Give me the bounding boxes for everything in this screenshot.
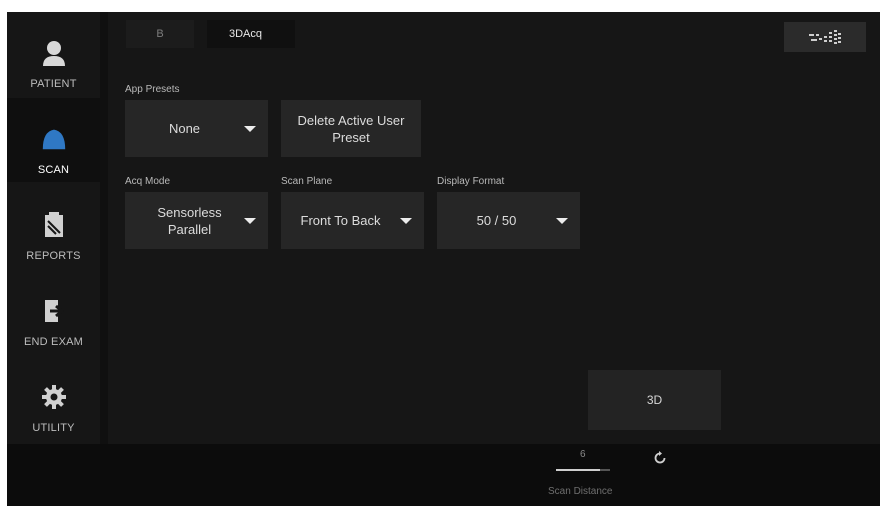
scan-plane-label: Scan Plane	[281, 176, 333, 187]
display-format-dropdown[interactable]: 50 / 50	[437, 192, 580, 249]
3d-button[interactable]: 3D	[588, 370, 721, 430]
chevron-down-icon	[244, 125, 256, 132]
tab-b[interactable]: B	[126, 20, 194, 48]
sidebar-item-label: REPORTS	[26, 250, 81, 262]
layout-grid-icon	[809, 30, 841, 44]
chevron-down-icon	[400, 217, 412, 224]
scan-distance-value: 6	[580, 449, 586, 460]
acq-mode-label: Acq Mode	[125, 176, 171, 187]
3d-button-label: 3D	[646, 393, 663, 407]
display-format-label: Display Format	[437, 176, 505, 187]
sidebar-item-label: UTILITY	[32, 422, 75, 434]
tab-label: B	[156, 28, 164, 40]
report-icon	[40, 210, 68, 240]
scan-distance-slider-track	[600, 469, 610, 471]
chevron-down-icon	[556, 217, 568, 224]
bottom-bar	[7, 444, 880, 506]
tab-3dacq[interactable]: 3DAcq	[207, 20, 295, 48]
sidebar-item-label: END EXAM	[23, 336, 84, 348]
ultrasound-screen: PATIENT SCAN REPORTS END EXAM UTILITY B …	[7, 12, 880, 506]
delete-preset-label: Delete Active User Preset	[297, 112, 405, 145]
scan-distance-label: Scan Distance	[548, 486, 613, 497]
exit-icon	[40, 296, 68, 326]
tab-label: 3DAcq	[229, 28, 263, 40]
sidebar-item-scan[interactable]: SCAN	[7, 98, 100, 182]
app-presets-value: None	[168, 121, 201, 136]
sidebar-item-patient[interactable]: PATIENT	[7, 12, 100, 96]
sidebar-item-label: PATIENT	[30, 78, 77, 90]
chevron-down-icon	[244, 217, 256, 224]
sidebar-item-reports[interactable]: REPORTS	[7, 184, 100, 268]
person-icon	[40, 38, 68, 68]
sidebar: PATIENT SCAN REPORTS END EXAM UTILITY	[7, 12, 100, 444]
display-format-value: 50 / 50	[476, 213, 517, 228]
probe-icon	[40, 124, 68, 154]
acq-mode-value: Sensorless Parallel	[157, 204, 222, 237]
sidebar-item-label: SCAN	[37, 164, 70, 176]
app-presets-label: App Presets	[125, 84, 180, 95]
app-presets-dropdown[interactable]: None	[125, 100, 268, 157]
acq-mode-dropdown[interactable]: Sensorless Parallel	[125, 192, 268, 249]
scan-plane-value: Front To Back	[300, 213, 381, 228]
sidebar-item-utility[interactable]: UTILITY	[7, 356, 100, 440]
gear-icon	[40, 382, 68, 412]
main-panel: B 3DAcq App Presets None Delete Active U…	[108, 12, 880, 444]
delete-active-user-preset-button[interactable]: Delete Active User Preset	[281, 100, 421, 157]
scan-distance-slider[interactable]	[556, 469, 600, 471]
layout-grid-button[interactable]	[784, 22, 866, 52]
sidebar-item-end-exam[interactable]: END EXAM	[7, 270, 100, 354]
scan-plane-dropdown[interactable]: Front To Back	[281, 192, 424, 249]
refresh-icon[interactable]	[652, 450, 668, 466]
